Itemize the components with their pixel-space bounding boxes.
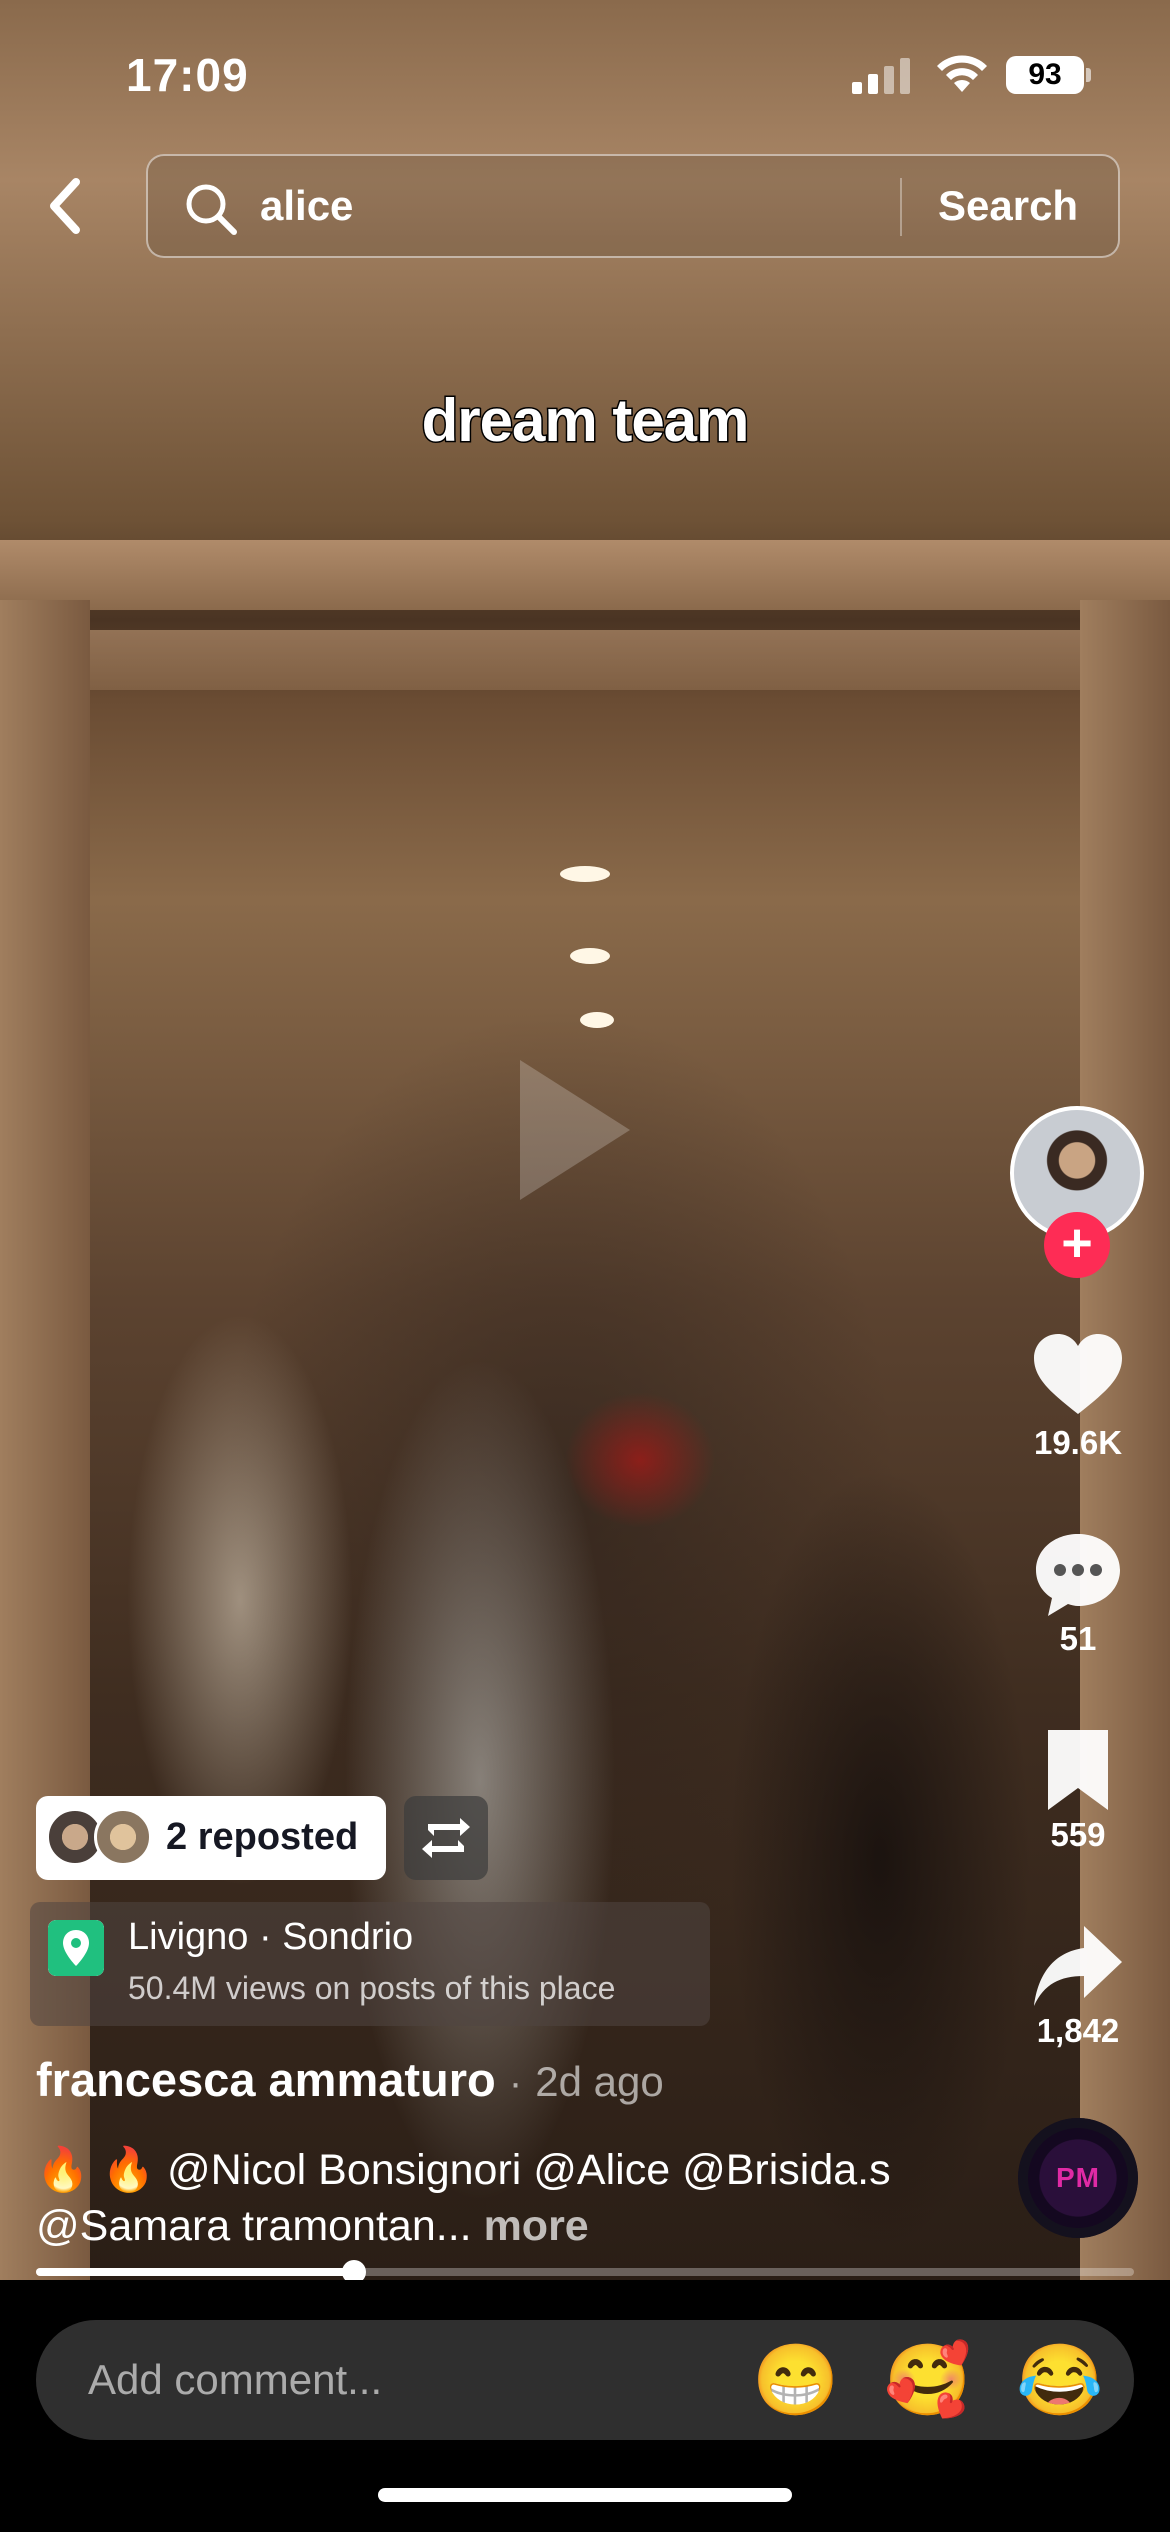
repost-label: 2 reposted [166,1816,359,1858]
emoji-laugh-button[interactable]: 😂 [1016,2342,1103,2418]
ceiling-light [560,866,610,882]
search-button[interactable]: Search [938,182,1078,230]
share-button[interactable] [1030,1922,1126,2012]
location-banner[interactable]: Livigno · Sondrio 50.4M views on posts o… [30,1902,710,2026]
emoji-grin-button[interactable]: 😁 [752,2342,839,2418]
emoji-hearts-button[interactable]: 🥰 [884,2342,971,2418]
comment-count: 51 [1059,1620,1097,1657]
post-time: 2d ago [535,2058,664,2105]
status-time: 17:09 [126,49,249,101]
author-name[interactable]: francesca ammaturo [36,2053,496,2106]
video-text-overlay: dream team [420,386,751,456]
elevator-rail [0,630,1170,690]
search-bar[interactable]: alice Search [146,154,1120,258]
description-text: 🔥 🔥 @Nicol Bonsignori @Alice @Brisida.s … [36,2146,891,2250]
share-count: 1,842 [1036,2012,1120,2049]
play-icon [520,1060,630,1200]
music-disc[interactable]: PM [1018,2118,1138,2238]
status-bar: 17:09 93 [0,0,1170,140]
more-link[interactable]: more [484,2202,589,2250]
search-input[interactable]: alice [260,182,353,230]
repost-avatar [94,1808,152,1866]
repost-icon[interactable] [404,1796,488,1880]
separator: · [508,2061,523,2105]
author-row: francesca ammaturo · 2d ago [36,2052,664,2107]
cellular-signal-icon [852,58,912,94]
home-indicator[interactable] [378,2488,792,2502]
battery-indicator: 93 [1006,56,1084,94]
search-icon [186,184,237,235]
comment-button[interactable] [1030,1528,1126,1618]
follow-button[interactable]: + [1044,1212,1110,1278]
like-button[interactable] [1030,1330,1126,1420]
search-divider [900,178,902,236]
like-count: 19.6K [1033,1424,1123,1461]
comment-placeholder[interactable]: Add comment... [88,2356,382,2404]
battery-tip [1086,68,1091,82]
location-views: 50.4M views on posts of this place [128,1970,616,2006]
ceiling-light [570,948,610,964]
wifi-icon [937,55,987,92]
ceiling-light [580,1012,614,1028]
location-pin-icon [48,1920,104,1976]
post-description[interactable]: 🔥 🔥 @Nicol Bonsignori @Alice @Brisida.s … [36,2142,996,2254]
video-progress-bar[interactable] [36,2260,1134,2284]
bookmark-button[interactable] [1030,1726,1126,1816]
reposted-by-pill[interactable]: 2 reposted [36,1796,386,1880]
progress-fill [36,2268,355,2276]
bookmark-count: 559 [1050,1816,1106,1853]
location-title: Livigno · Sondrio [128,1916,414,1958]
music-disc-label: PM [1056,2162,1100,2193]
ceiling-beam [0,540,1170,610]
comment-field[interactable]: Add comment... 😁 🥰 😂 [36,2320,1134,2440]
back-button[interactable] [40,170,96,242]
